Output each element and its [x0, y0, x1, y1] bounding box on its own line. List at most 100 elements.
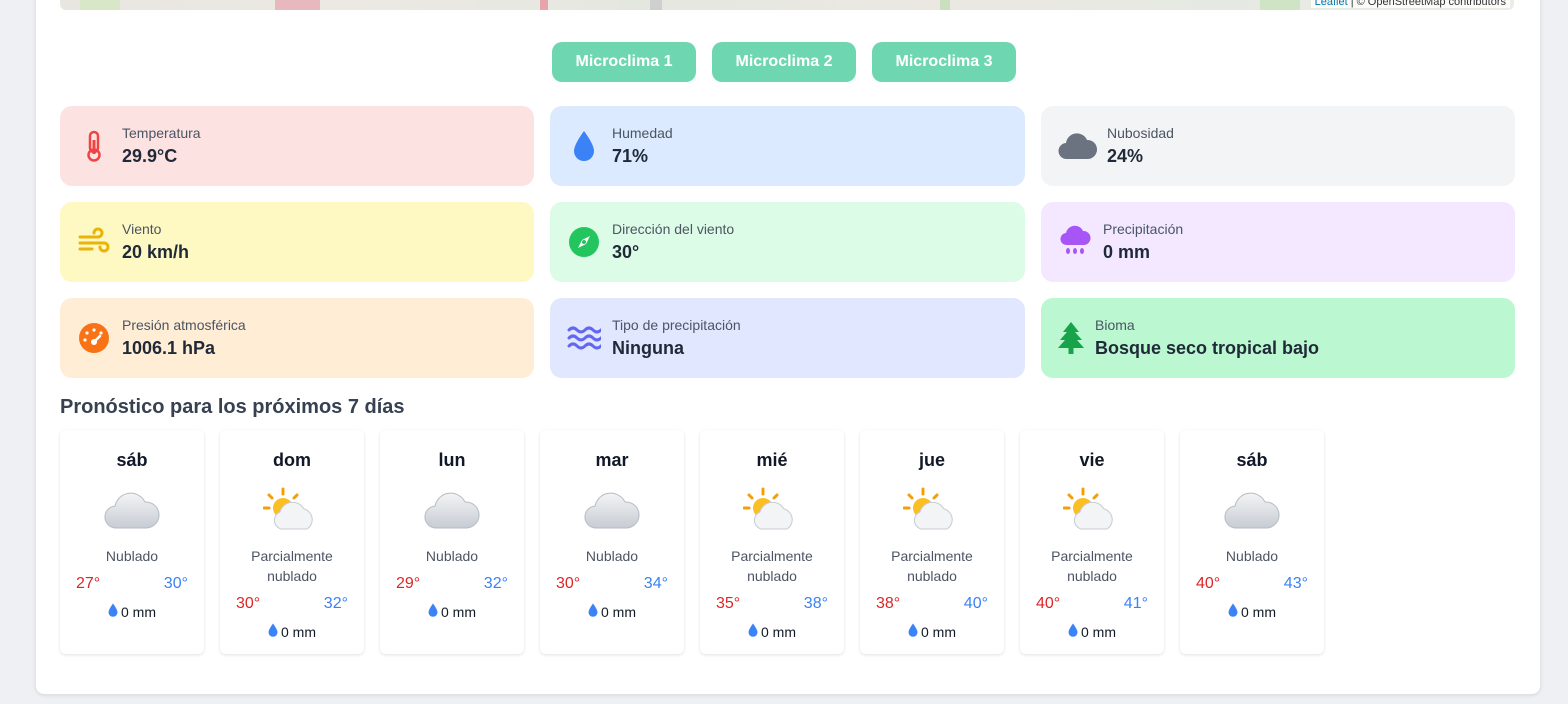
cloud-icon: [1057, 128, 1097, 164]
stat-temperature: Temperatura 29.9°C: [60, 106, 534, 186]
forecast-day-card: sáb Nublado 40° 43° 0 mm: [1180, 430, 1324, 654]
stat-label: Dirección del viento: [612, 221, 735, 237]
forecast-max-temp: 41°: [1123, 595, 1148, 612]
forecast-min-temp: 40°: [1036, 595, 1061, 612]
forecast-day-name: sáb: [116, 450, 148, 470]
microclimate-3-button[interactable]: Microclima 3: [872, 42, 1016, 82]
water-drop-icon: [588, 603, 598, 620]
forecast-max-temp: 40°: [963, 595, 988, 612]
map-view[interactable]: Leaflet | © OpenStreetMap contributors: [60, 0, 1514, 10]
forecast-condition: Parcialmente nublado: [731, 548, 813, 584]
forecast-day-card: sáb Nublado 27° 30° 0 mm: [60, 430, 204, 654]
forecast-rain-value: 0 mm: [921, 623, 956, 640]
microclimate-selector: Microclima 1 Microclima 2 Microclima 3: [0, 42, 1568, 82]
forecast-rain-value: 0 mm: [441, 603, 476, 620]
stat-value: Bosque seco tropical bajo: [1095, 338, 1320, 358]
forecast-temps: 35° 38°: [716, 595, 828, 613]
partly-cloudy-icon: [263, 482, 321, 538]
forecast-min-temp: 40°: [1196, 575, 1221, 592]
forecast-temps: 40° 41°: [1036, 595, 1148, 613]
stat-label: Nubosidad: [1107, 125, 1174, 141]
cloud-icon: [583, 482, 641, 538]
stat-wind-direction: Dirección del viento 30°: [550, 202, 1025, 282]
forecast-day-card: vie Parcialmente nublado 40° 41° 0 mm: [1020, 430, 1164, 654]
stat-label: Presión atmosférica: [122, 317, 246, 333]
microclimate-1-button[interactable]: Microclima 1: [552, 42, 696, 82]
forecast-day-name: mié: [756, 450, 788, 470]
forecast-rain: 0 mm: [428, 603, 476, 620]
forecast-rain-value: 0 mm: [281, 623, 316, 640]
forecast-day-card: jue Parcialmente nublado 38° 40° 0 mm: [860, 430, 1004, 654]
thermometer-icon: [76, 128, 112, 164]
forecast-max-temp: 32°: [483, 575, 508, 592]
forecast-temps: 30° 32°: [236, 595, 348, 613]
forecast-day-card: lun Nublado 29° 32° 0 mm: [380, 430, 524, 654]
forecast-condition: Nublado: [585, 548, 639, 564]
forecast-rain: 0 mm: [588, 603, 636, 620]
water-drop-icon: [908, 623, 918, 640]
water-drop-icon: [566, 128, 602, 164]
forecast-min-temp: 27°: [76, 575, 101, 592]
forecast-temps: 40° 43°: [1196, 575, 1308, 593]
partly-cloudy-icon: [1063, 482, 1121, 538]
forecast-min-temp: 30°: [556, 575, 581, 592]
forecast-day-name: dom: [273, 450, 311, 470]
forecast-day-name: sáb: [1236, 450, 1268, 470]
forecast-rain: 0 mm: [268, 623, 316, 640]
map-attribution: Leaflet | © OpenStreetMap contributors: [1310, 0, 1510, 8]
stat-label: Temperatura: [122, 125, 201, 141]
forecast-condition: Nublado: [1225, 548, 1279, 564]
stat-biome: Bioma Bosque seco tropical bajo: [1041, 298, 1515, 378]
forecast-rain: 0 mm: [108, 603, 156, 620]
water-drop-icon: [428, 603, 438, 620]
forecast-max-temp: 30°: [163, 575, 188, 592]
forecast-temps: 29° 32°: [396, 575, 508, 593]
forecast-rain: 0 mm: [1228, 603, 1276, 620]
forecast-max-temp: 43°: [1283, 575, 1308, 592]
stat-value: 1006.1 hPa: [122, 338, 216, 358]
forecast-rain-value: 0 mm: [761, 623, 796, 640]
microclimate-2-button[interactable]: Microclima 2: [712, 42, 856, 82]
stat-precipitation-type: Tipo de precipitación Ninguna: [550, 298, 1025, 378]
water-drop-icon: [748, 623, 758, 640]
forecast-condition: Parcialmente nublado: [1051, 548, 1133, 584]
forecast-list: sáb Nublado 27° 30° 0 mm dom Parcialmente nubl…: [60, 430, 1324, 654]
forecast-title: Pronóstico para los próximos 7 días: [60, 396, 405, 418]
stat-label: Humedad: [612, 125, 673, 141]
forecast-rain-value: 0 mm: [1081, 623, 1116, 640]
stat-label: Tipo de precipitación: [612, 317, 741, 333]
compass-icon: [566, 224, 602, 260]
forecast-temps: 27° 30°: [76, 575, 188, 593]
forecast-rain: 0 mm: [1068, 623, 1116, 640]
forecast-day-card: dom Parcialmente nublado 30° 32° 0 mm: [220, 430, 364, 654]
forecast-day-card: mar Nublado 30° 34° 0 mm: [540, 430, 684, 654]
water-drop-icon: [1228, 603, 1238, 620]
forecast-temps: 30° 34°: [556, 575, 668, 593]
partly-cloudy-icon: [743, 482, 801, 538]
forecast-day-name: mar: [595, 450, 629, 470]
forecast-day-name: vie: [1079, 450, 1105, 470]
forecast-day-card: mié Parcialmente nublado 35° 38° 0 mm: [700, 430, 844, 654]
forecast-min-temp: 35°: [716, 595, 741, 612]
forecast-rain-value: 0 mm: [601, 603, 636, 620]
forecast-rain-value: 0 mm: [121, 603, 156, 620]
stat-value: 24%: [1107, 146, 1144, 166]
forecast-max-temp: 32°: [323, 595, 348, 612]
tree-icon: [1057, 320, 1085, 356]
stat-value: 29.9°C: [122, 146, 178, 166]
cloud-icon: [1223, 482, 1281, 538]
partly-cloudy-icon: [903, 482, 961, 538]
osm-attribution: | © OpenStreetMap contributors: [1347, 0, 1506, 8]
water-drop-icon: [108, 603, 118, 620]
forecast-max-temp: 34°: [643, 575, 668, 592]
waves-icon: [566, 320, 602, 356]
forecast-min-temp: 38°: [876, 595, 901, 612]
rain-cloud-icon: [1057, 224, 1093, 260]
leaflet-link[interactable]: Leaflet: [1315, 0, 1348, 8]
stat-cloudiness: Nubosidad 24%: [1041, 106, 1515, 186]
stat-label: Precipitación: [1103, 221, 1184, 237]
water-drop-icon: [1068, 623, 1078, 640]
forecast-condition: Nublado: [105, 548, 159, 564]
stat-label: Bioma: [1095, 317, 1135, 333]
forecast-min-temp: 30°: [236, 595, 261, 612]
